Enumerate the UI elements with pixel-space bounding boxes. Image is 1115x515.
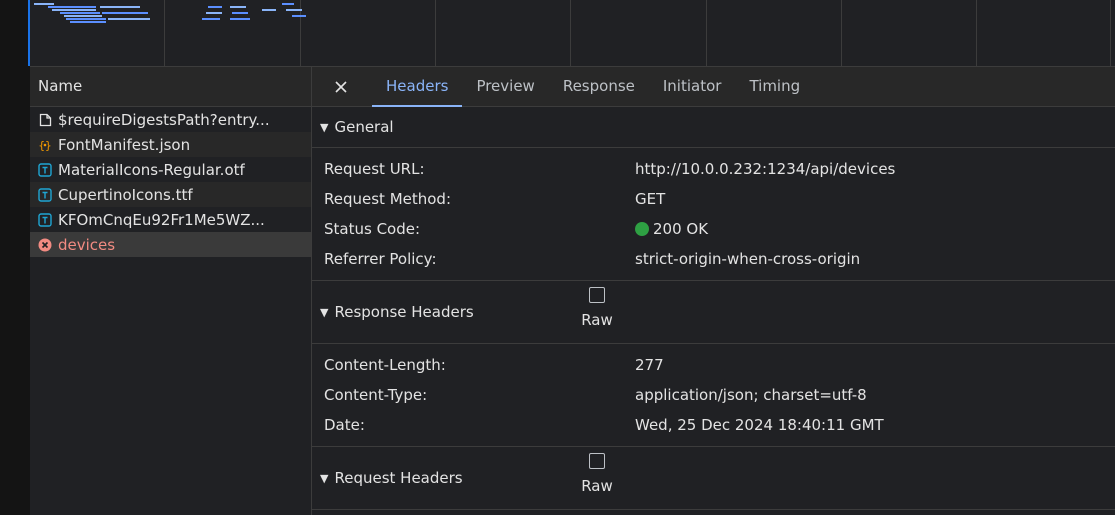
close-details-button[interactable] bbox=[324, 67, 358, 106]
overview-bar bbox=[52, 9, 96, 11]
overview-bar bbox=[208, 6, 222, 8]
overview-bar bbox=[48, 6, 96, 8]
overview-bar bbox=[70, 21, 106, 23]
tab-response[interactable]: Response bbox=[549, 67, 649, 106]
request-name: devices bbox=[58, 235, 116, 254]
raw-label: Raw bbox=[581, 311, 613, 329]
overview-grid-line bbox=[841, 0, 842, 66]
font-icon bbox=[38, 187, 52, 202]
overview-bar bbox=[230, 18, 250, 20]
request-row[interactable]: KFOmCnqEu92Fr1Me5WZ... bbox=[30, 207, 311, 232]
left-gutter bbox=[0, 0, 30, 515]
header-row: Request Method: GET bbox=[312, 184, 1115, 214]
status-code-text: 200 OK bbox=[653, 220, 709, 238]
overview-grid-line bbox=[1110, 0, 1111, 66]
expand-triangle-icon: ▼ bbox=[320, 120, 329, 134]
section-title: Request Headers bbox=[334, 469, 463, 487]
overview-bar bbox=[292, 15, 306, 17]
header-key: Content-Length: bbox=[324, 356, 446, 374]
header-row: Date: Wed, 25 Dec 2024 18:40:11 GMT bbox=[312, 410, 1115, 440]
name-column-header[interactable]: Name bbox=[30, 67, 311, 107]
overview-bar bbox=[206, 12, 222, 14]
overview-grid-line bbox=[435, 0, 436, 66]
expand-triangle-icon: ▼ bbox=[320, 305, 329, 319]
request-list: Name $requireDigestsPath?entry... {} Fon… bbox=[30, 67, 312, 515]
header-key: Date: bbox=[324, 416, 365, 434]
network-overview[interactable] bbox=[30, 0, 1115, 67]
close-icon bbox=[335, 80, 347, 93]
header-value: application/json; charset=utf-8 bbox=[635, 386, 867, 404]
header-value: Wed, 25 Dec 2024 18:40:11 GMT bbox=[635, 416, 884, 434]
tab-preview[interactable]: Preview bbox=[462, 67, 548, 106]
overview-bar bbox=[262, 9, 276, 11]
header-value: strict-origin-when-cross-origin bbox=[635, 250, 861, 268]
tab-timing[interactable]: Timing bbox=[735, 67, 814, 106]
request-name: $requireDigestsPath?entry... bbox=[58, 110, 270, 129]
overview-grid-line bbox=[164, 0, 165, 66]
request-row[interactable]: $requireDigestsPath?entry... bbox=[30, 107, 311, 132]
font-icon bbox=[38, 212, 52, 227]
raw-toggle[interactable]: Raw bbox=[577, 453, 617, 495]
request-name: MaterialIcons-Regular.otf bbox=[58, 160, 245, 179]
header-key: Request URL: bbox=[324, 160, 425, 178]
overview-bar bbox=[60, 12, 100, 14]
request-name: FontManifest.json bbox=[58, 135, 191, 154]
request-row[interactable]: {} FontManifest.json bbox=[30, 132, 311, 157]
expand-triangle-icon: ▼ bbox=[320, 471, 329, 485]
section-title: General bbox=[334, 118, 394, 136]
raw-toggle[interactable]: Raw bbox=[577, 287, 617, 329]
header-row: Content-Length: 277 bbox=[312, 350, 1115, 380]
overview-bar bbox=[232, 12, 248, 14]
overview-bar bbox=[286, 9, 302, 11]
section-title: Response Headers bbox=[334, 303, 474, 321]
response-headers-body: Content-Length: 277 Content-Type: applic… bbox=[312, 344, 1115, 447]
header-key: Status Code: bbox=[324, 220, 421, 238]
overview-bar bbox=[108, 18, 150, 20]
header-row: Referrer Policy: strict-origin-when-cros… bbox=[312, 244, 1115, 274]
raw-checkbox[interactable] bbox=[589, 287, 605, 303]
header-value: GET bbox=[635, 190, 666, 208]
overview-bar bbox=[66, 18, 106, 20]
general-section-header[interactable]: ▼ General bbox=[312, 107, 1115, 148]
status-ok-icon bbox=[635, 222, 649, 236]
header-value: 277 bbox=[635, 356, 664, 374]
request-name: KFOmCnqEu92Fr1Me5WZ... bbox=[58, 210, 265, 229]
details-tabbar: Headers Preview Response Initiator Timin… bbox=[312, 67, 1115, 107]
overview-grid-line bbox=[570, 0, 571, 66]
overview-bar bbox=[282, 3, 294, 5]
tab-headers[interactable]: Headers bbox=[372, 67, 463, 107]
header-row: Status Code: 200 OK bbox=[312, 214, 1115, 244]
header-key: Referrer Policy: bbox=[324, 250, 437, 268]
tab-initiator[interactable]: Initiator bbox=[649, 67, 736, 106]
error-icon bbox=[38, 238, 52, 252]
overview-bar bbox=[64, 15, 102, 17]
general-section-body: Request URL: http://10.0.0.232:1234/api/… bbox=[312, 148, 1115, 281]
header-row: Content-Type: application/json; charset=… bbox=[312, 380, 1115, 410]
overview-bar bbox=[102, 12, 148, 14]
header-value: 200 OK bbox=[635, 220, 708, 238]
overview-bar bbox=[202, 18, 220, 20]
overview-grid-line bbox=[976, 0, 977, 66]
overview-bar bbox=[230, 6, 246, 8]
header-row: Request URL: http://10.0.0.232:1234/api/… bbox=[312, 154, 1115, 184]
overview-grid-line bbox=[706, 0, 707, 66]
document-icon bbox=[38, 113, 52, 127]
header-key: Content-Type: bbox=[324, 386, 428, 404]
response-headers-section-header[interactable]: ▼ Response Headers Raw bbox=[312, 281, 1115, 344]
request-row[interactable]: MaterialIcons-Regular.otf bbox=[30, 157, 311, 182]
devtools-network-panel: Name $requireDigestsPath?entry... {} Fon… bbox=[0, 0, 1115, 515]
overview-bar bbox=[100, 6, 140, 8]
header-value: http://10.0.0.232:1234/api/devices bbox=[635, 160, 896, 178]
overview-bar bbox=[34, 3, 54, 5]
request-row-selected[interactable]: devices bbox=[30, 232, 311, 257]
header-key: Request Method: bbox=[324, 190, 452, 208]
request-headers-section-header[interactable]: ▼ Request Headers Raw bbox=[312, 447, 1115, 510]
request-row[interactable]: CupertinoIcons.ttf bbox=[30, 182, 311, 207]
json-icon: {} bbox=[38, 138, 52, 152]
raw-label: Raw bbox=[581, 477, 613, 495]
font-icon bbox=[38, 162, 52, 177]
request-name: CupertinoIcons.ttf bbox=[58, 185, 193, 204]
raw-checkbox[interactable] bbox=[589, 453, 605, 469]
request-details-panel: Headers Preview Response Initiator Timin… bbox=[312, 67, 1115, 515]
